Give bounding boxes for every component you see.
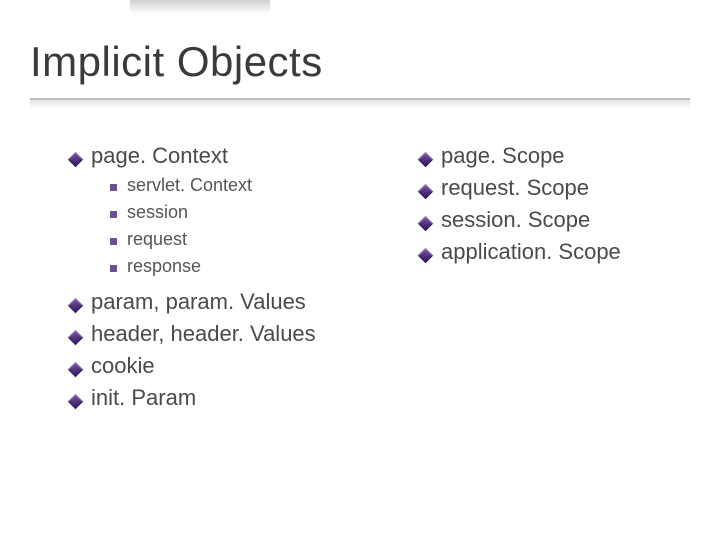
list-item: page. Context: [70, 140, 370, 172]
diamond-bullet-icon: [68, 330, 84, 346]
top-shadow-decoration: [130, 0, 270, 14]
diamond-bullet-icon: [68, 298, 84, 314]
square-bullet-icon: [110, 265, 117, 272]
diamond-bullet-icon: [418, 247, 434, 263]
sublist-item: servlet. Context: [110, 172, 370, 199]
diamond-bullet-icon: [68, 152, 84, 168]
slide: Implicit Objects page. Context servlet. …: [0, 0, 720, 540]
item-label: request. Scope: [441, 172, 589, 204]
square-bullet-icon: [110, 184, 117, 191]
sublist-item: request: [110, 226, 370, 253]
content-columns: page. Context servlet. Context session r…: [70, 140, 680, 413]
title-rule-shadow: [30, 100, 690, 108]
left-group-pagecontext: page. Context servlet. Context session r…: [70, 140, 370, 280]
diamond-bullet-icon: [68, 393, 84, 409]
item-label: page. Scope: [441, 140, 565, 172]
subitem-label: servlet. Context: [127, 172, 252, 199]
subitem-label: request: [127, 226, 187, 253]
list-item: param, param. Values: [70, 286, 370, 318]
item-label: page. Context: [91, 140, 228, 172]
item-label: session. Scope: [441, 204, 590, 236]
diamond-bullet-icon: [418, 184, 434, 200]
item-label: header, header. Values: [91, 318, 316, 350]
square-bullet-icon: [110, 238, 117, 245]
list-item: application. Scope: [420, 236, 680, 268]
item-label: application. Scope: [441, 236, 621, 268]
list-item: header, header. Values: [70, 318, 370, 350]
list-item: cookie: [70, 350, 370, 382]
item-label: cookie: [91, 350, 155, 382]
square-bullet-icon: [110, 211, 117, 218]
list-item: page. Scope: [420, 140, 680, 172]
list-item: session. Scope: [420, 204, 680, 236]
sublist-item: session: [110, 199, 370, 226]
right-column: page. Scope request. Scope session. Scop…: [420, 140, 680, 268]
slide-title: Implicit Objects: [30, 38, 323, 86]
diamond-bullet-icon: [418, 216, 434, 232]
subitem-label: response: [127, 253, 201, 280]
subitem-label: session: [127, 199, 188, 226]
sublist-item: response: [110, 253, 370, 280]
diamond-bullet-icon: [418, 152, 434, 168]
list-item: init. Param: [70, 382, 370, 414]
item-label: param, param. Values: [91, 286, 306, 318]
list-item: request. Scope: [420, 172, 680, 204]
left-column: page. Context servlet. Context session r…: [70, 140, 370, 413]
item-label: init. Param: [91, 382, 196, 414]
diamond-bullet-icon: [68, 361, 84, 377]
